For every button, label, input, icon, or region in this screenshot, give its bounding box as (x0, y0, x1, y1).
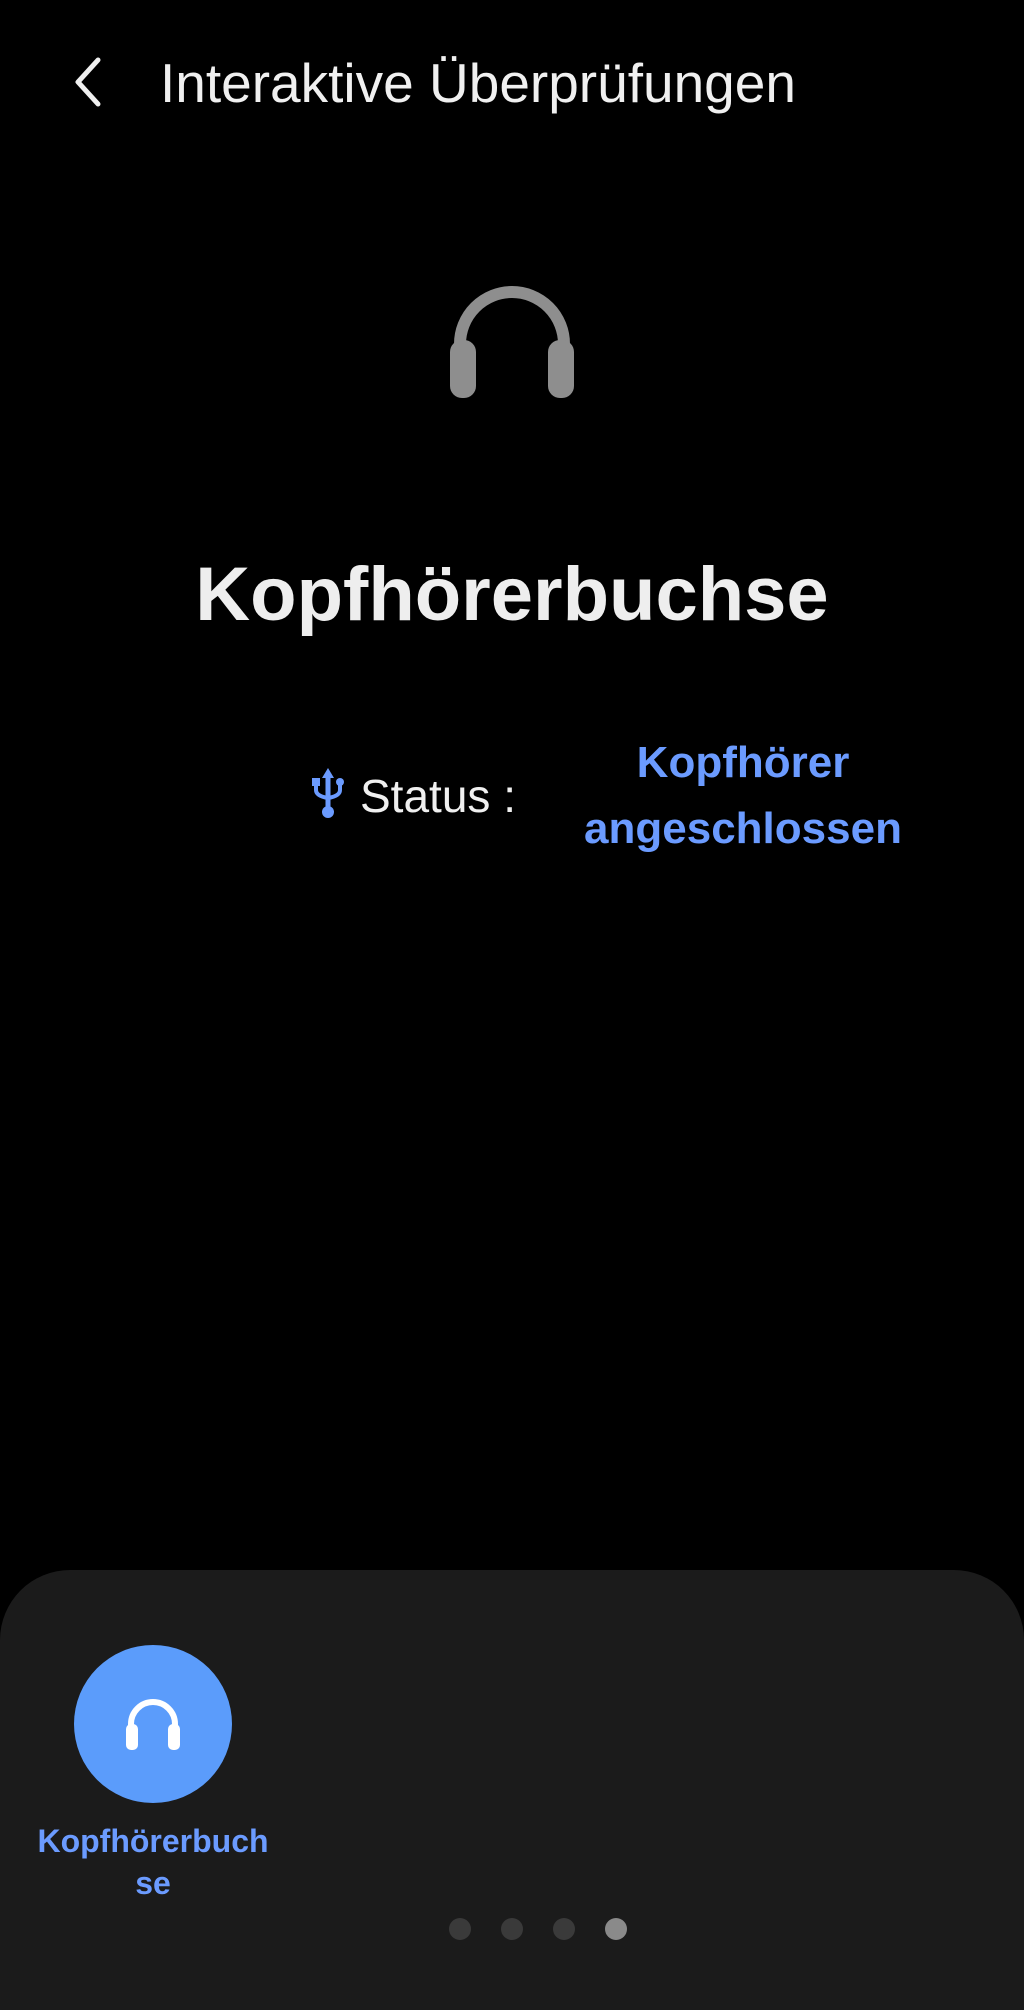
test-item-label: Kopfhörerbuch se (30, 1820, 276, 1904)
page-indicator (0, 1918, 1024, 1948)
status-label: Status : (360, 770, 516, 822)
status-value-line1: Kopfhörer (636, 738, 850, 787)
page-dot-3[interactable] (553, 1918, 575, 1940)
page-title: Interaktive Überprüfungen (160, 52, 796, 114)
status-row: Status : Kopfhörer angeschlossen (0, 730, 1024, 870)
bottom-panel: Kopfhörerbuch se (0, 1570, 1024, 2010)
chevron-left-icon (75, 57, 101, 107)
test-item-icon-circle (74, 1645, 232, 1803)
page-dot-4-active[interactable] (605, 1918, 627, 1940)
back-button[interactable] (60, 42, 116, 122)
status-value-line2: angeschlossen (584, 804, 902, 853)
headphones-icon (126, 1699, 180, 1750)
test-item-headphone-jack[interactable]: Kopfhörerbuch se (30, 1645, 276, 1915)
usb-icon (312, 768, 344, 818)
test-item-label-line2: se (135, 1865, 171, 1901)
app-header: Interaktive Überprüfungen (0, 0, 1024, 170)
test-title: Kopfhörerbuchse (195, 552, 829, 637)
page-dot-2[interactable] (501, 1918, 523, 1940)
status-value: Kopfhörer angeschlossen (560, 730, 926, 862)
headphones-icon (450, 286, 574, 398)
page-dot-1[interactable] (449, 1918, 471, 1940)
test-item-label-line1: Kopfhörerbuch (37, 1823, 269, 1859)
